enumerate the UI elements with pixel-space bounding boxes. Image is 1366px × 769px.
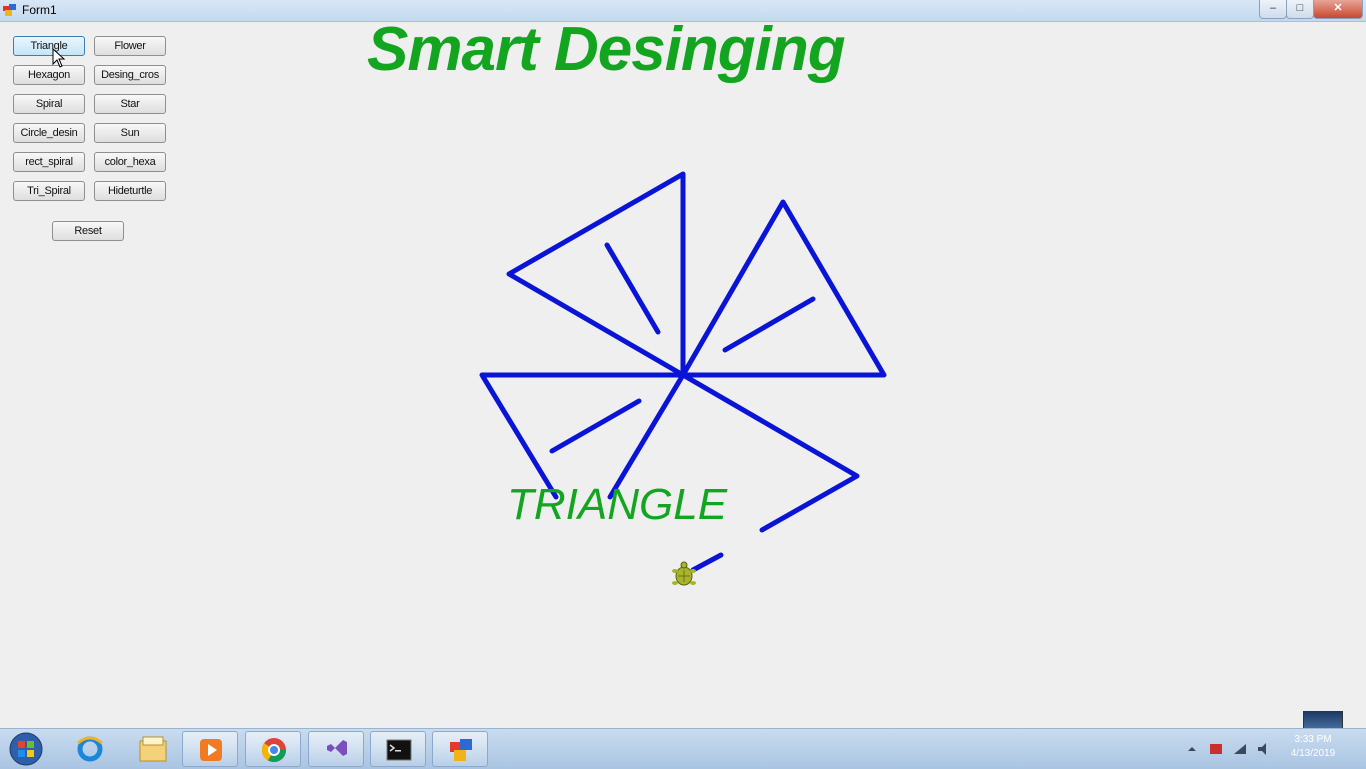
clock-time: 3:33 PM: [1294, 734, 1332, 745]
maximize-button[interactable]: □: [1286, 0, 1314, 19]
hexagon-button[interactable]: Hexagon: [13, 65, 85, 85]
tri-spiral-button[interactable]: Tri_Spiral: [13, 181, 85, 201]
minimize-button[interactable]: –: [1259, 0, 1287, 19]
inner-stroke-bottom-left: [549, 398, 642, 454]
file-explorer-icon[interactable]: [124, 731, 180, 767]
spiral-button[interactable]: Spiral: [13, 94, 85, 114]
window-title: Form1: [22, 3, 57, 17]
turtle-icon: [672, 561, 696, 586]
close-button[interactable]: ✕: [1313, 0, 1363, 19]
volume-icon: [1258, 743, 1266, 755]
triangle-button[interactable]: Triangle: [13, 36, 85, 56]
star-button[interactable]: Star: [94, 94, 166, 114]
taskbar-clock[interactable]: 3:33 PM 4/13/2019: [1282, 733, 1344, 761]
reset-button[interactable]: Reset: [52, 221, 124, 241]
page-heading: Smart Desinging: [367, 15, 846, 84]
media-player-icon[interactable]: [182, 731, 238, 767]
triangle-bottom-left-edge: [607, 372, 686, 500]
color-hexa-button[interactable]: color_hexa: [94, 152, 166, 172]
show-hidden-icons-icon: [1188, 747, 1196, 751]
circle-desin-button[interactable]: Circle_desin: [13, 123, 85, 143]
system-tray: [1188, 743, 1266, 755]
chrome-icon[interactable]: [245, 731, 301, 767]
hideturtle-button[interactable]: Hideturtle: [94, 181, 166, 201]
action-center-icon: [1210, 744, 1222, 754]
internet-explorer-icon[interactable]: [62, 731, 118, 767]
start-orb[interactable]: [6, 731, 46, 767]
form-app-icon[interactable]: [432, 731, 488, 767]
turtle-drawing-canvas: [479, 171, 887, 573]
inner-stroke-top-left: [604, 242, 661, 335]
inner-stroke-right: [722, 296, 816, 353]
sun-button[interactable]: Sun: [94, 123, 166, 143]
desing-cros-button[interactable]: Desing_cros: [94, 65, 166, 85]
rect-spiral-button[interactable]: rect_spiral: [13, 152, 85, 172]
clock-date: 4/13/2019: [1290, 748, 1336, 759]
taskbar: 3:33 PM 4/13/2019: [0, 728, 1366, 769]
triangle-top-left: [506, 171, 686, 378]
visual-studio-icon[interactable]: [308, 731, 364, 767]
triangle-right: [680, 199, 887, 378]
form-app-icon: [3, 4, 16, 16]
command-prompt-icon[interactable]: [370, 731, 426, 767]
shape-label: TRIANGLE: [507, 480, 728, 529]
mouse-cursor-icon: [52, 48, 66, 68]
network-icon: [1234, 744, 1246, 754]
flower-button[interactable]: Flower: [94, 36, 166, 56]
